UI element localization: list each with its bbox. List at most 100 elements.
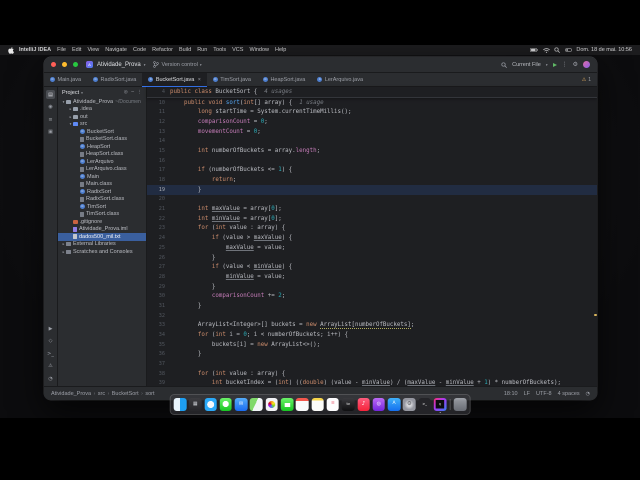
line-number[interactable]: 14 <box>147 138 170 144</box>
line-number[interactable]: 35 <box>147 342 170 348</box>
tree-item-heapsort[interactable]: C HeapSort <box>58 143 146 151</box>
more-icon[interactable]: ⋮ <box>562 61 568 68</box>
tree-item-out[interactable]: ▸ out <box>58 113 146 121</box>
code-line-15[interactable]: 15 int numberOfBuckets = array.length; <box>147 146 597 156</box>
minimize-window-button[interactable] <box>62 62 67 67</box>
line-number[interactable]: 36 <box>147 351 170 357</box>
tree-item-atividade_prova[interactable]: ▾ Atividade_Prova ~/Documen <box>58 98 146 106</box>
tree-item-.gitignore[interactable]: .gitignore <box>58 218 146 226</box>
code-line-27[interactable]: 27 if (value < minValue) { <box>147 262 597 272</box>
project-widget[interactable]: Atividade_Prova <box>97 62 141 68</box>
tree-item-dados500_mil.txt[interactable]: dados500_mil.txt <box>58 233 146 241</box>
dock-tv-icon[interactable]: tv <box>341 398 355 411</box>
structure-tool-icon[interactable]: ≡ <box>46 115 55 124</box>
tree-item-external libraries[interactable]: ▸ External Libraries <box>58 241 146 249</box>
line-number[interactable]: 10 <box>147 100 170 106</box>
close-window-button[interactable] <box>51 62 56 67</box>
search-icon[interactable] <box>501 61 507 68</box>
line-number[interactable]: 29 <box>147 284 170 290</box>
tree-item-.idea[interactable]: ▸ .idea <box>58 106 146 114</box>
code-line-4[interactable]: 4 public class BucketSort { 4 usages <box>147 87 597 97</box>
code-line-34[interactable]: 34 for (int i = 0; i < numberOfBuckets; … <box>147 330 597 340</box>
notifications-tool-icon[interactable]: ◔ <box>46 374 55 383</box>
project-tool-icon[interactable]: ▤ <box>46 90 55 99</box>
vcs-widget[interactable]: Version control ▾ <box>153 61 202 68</box>
code-line-35[interactable]: 35 buckets[i] = new ArrayList<>(); <box>147 340 597 350</box>
line-number[interactable]: 12 <box>147 119 170 125</box>
code-line-19[interactable]: 19 } <box>147 184 597 195</box>
notifications-bell-icon[interactable]: ◔ <box>586 391 590 397</box>
tree-item-src[interactable]: ▾ src <box>58 121 146 129</box>
code-line-21[interactable]: 21 int maxValue = array[0]; <box>147 204 597 214</box>
search-icon[interactable] <box>554 47 561 53</box>
line-number[interactable]: 16 <box>147 158 170 164</box>
zoom-window-button[interactable] <box>73 62 78 67</box>
code-line-38[interactable]: 38 for (int value : array) { <box>147 369 597 379</box>
line-number[interactable]: 24 <box>147 235 170 241</box>
code-line-14[interactable]: 14 <box>147 136 597 146</box>
code-line-37[interactable]: 37 <box>147 359 597 369</box>
code-line-12[interactable]: 12 comparisonCount = 0; <box>147 117 597 127</box>
code-line-18[interactable]: 18 return; <box>147 175 597 185</box>
line-number[interactable]: 25 <box>147 245 170 251</box>
dock-calendar-icon[interactable] <box>296 398 309 411</box>
error-stripe[interactable] <box>593 87 597 386</box>
menu-run[interactable]: Run <box>194 47 210 53</box>
dock-photos-icon[interactable] <box>265 398 278 411</box>
menu-vcs[interactable]: VCS <box>229 47 246 53</box>
collapse-all-icon[interactable]: − <box>131 90 135 95</box>
inspections-widget[interactable]: ⚠ 1 <box>576 73 597 86</box>
menu-edit[interactable]: Edit <box>69 47 84 53</box>
line-number[interactable]: 37 <box>147 361 170 367</box>
code-line-25[interactable]: 25 maxValue = value; <box>147 243 597 253</box>
tree-item-main[interactable]: C Main <box>58 173 146 181</box>
code-editor[interactable]: 4 public class BucketSort { 4 usages 10 p… <box>147 87 597 386</box>
dock-finder-icon[interactable] <box>173 398 187 411</box>
tab-timsort.java[interactable]: C TimSort.java <box>207 73 257 86</box>
menu-help[interactable]: Help <box>272 47 289 53</box>
tree-item-lerarquivo.class[interactable]: LerArquivo.class <box>58 166 146 174</box>
line-number[interactable]: 17 <box>147 167 170 173</box>
dock-appstore-icon[interactable]: A <box>387 398 401 411</box>
line-number[interactable]: 23 <box>147 225 170 231</box>
menu-navigate[interactable]: Navigate <box>102 47 130 53</box>
dock-podcasts-icon[interactable]: ◎ <box>372 398 386 411</box>
tree-item-lerarquivo[interactable]: C LerArquivo <box>58 158 146 166</box>
run-button[interactable] <box>552 62 557 67</box>
line-number[interactable]: 11 <box>147 109 170 115</box>
line-number[interactable]: 38 <box>147 371 170 377</box>
code-line-16[interactable]: 16 <box>147 156 597 166</box>
run-tool-icon[interactable]: ▶ <box>46 324 55 333</box>
locate-file-icon[interactable]: ◎ <box>124 90 128 95</box>
dock-mail-icon[interactable]: ✉ <box>234 398 248 411</box>
code-line-28[interactable]: 28 minValue = value; <box>147 272 597 282</box>
dock-messages-icon[interactable] <box>219 398 233 411</box>
line-number[interactable]: 32 <box>147 313 170 319</box>
dock-terminal-icon[interactable]: >_ <box>418 398 431 411</box>
line-number[interactable]: 33 <box>147 322 170 328</box>
tab-bucketsort.java[interactable]: C BucketSort.java × <box>142 73 208 87</box>
menu-bar-clock[interactable]: Dom. 18 de mai. 10:56 <box>576 47 632 53</box>
code-line-22[interactable]: 22 int minValue = array[0]; <box>147 214 597 224</box>
dock-reminders-icon[interactable]: ≡ <box>326 398 340 411</box>
run-configuration-selector[interactable]: Current File <box>512 62 541 68</box>
tree-item-bucketsort[interactable]: C BucketSort <box>58 128 146 136</box>
bookmarks-tool-icon[interactable]: ▣ <box>46 128 55 137</box>
dock-trash-icon[interactable] <box>453 398 467 411</box>
code-line-17[interactable]: 17 if (numberOfBuckets <= 1) { <box>147 166 597 176</box>
code-line-39[interactable]: 39 int bucketIndex = (int) ((double) (va… <box>147 379 597 386</box>
line-number[interactable]: 31 <box>147 303 170 309</box>
tab-lerarquivo.java[interactable]: C LerArquivo.java <box>311 73 369 86</box>
breadcrumb-src[interactable]: src <box>98 391 105 397</box>
indent-style[interactable]: 4 spaces <box>558 391 580 397</box>
dock-music-icon[interactable]: ♪ <box>357 398 370 411</box>
line-number[interactable]: 26 <box>147 255 170 261</box>
menu-build[interactable]: Build <box>176 47 194 53</box>
breadcrumb-sort[interactable]: sort <box>145 391 154 397</box>
code-line-24[interactable]: 24 if (value > maxValue) { <box>147 233 597 243</box>
line-number[interactable]: 28 <box>147 274 170 280</box>
control-center-icon[interactable] <box>564 48 572 52</box>
code-line-36[interactable]: 36 } <box>147 350 597 360</box>
code-line-29[interactable]: 29 } <box>147 282 597 292</box>
commit-tool-icon[interactable]: ◉ <box>46 103 55 112</box>
